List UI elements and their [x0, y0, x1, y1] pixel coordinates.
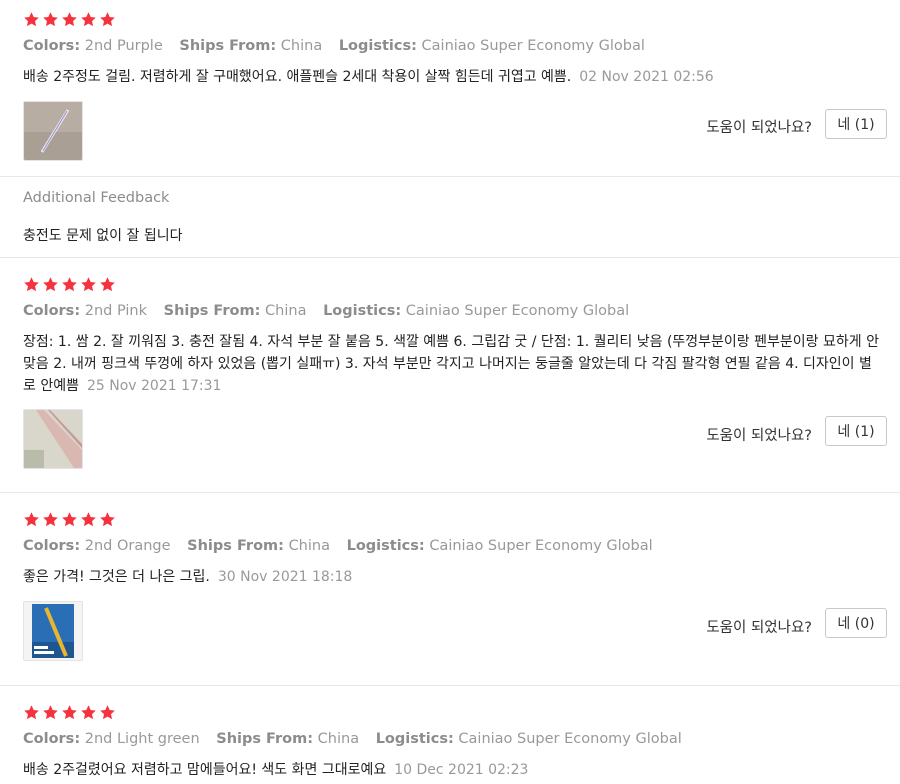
logistics-label: Logistics:: [346, 538, 425, 554]
ships-from-value: China: [288, 538, 330, 554]
helpful-yes-button[interactable]: 네 (1): [825, 416, 887, 446]
ships-from-value: China: [317, 731, 360, 747]
color-value: 2nd Purple: [84, 38, 163, 54]
star-icon: [23, 704, 40, 721]
star-icon: [42, 11, 59, 28]
review-text: 좋은 가격! 그것은 더 나은 그립. 30 Nov 2021 18:18: [23, 566, 883, 588]
review-date: 02 Nov 2021 02:56: [579, 69, 714, 85]
star-icon: [80, 511, 97, 528]
helpful-question: 도움이 되었나요?: [706, 428, 812, 444]
rating-stars: [23, 704, 118, 724]
divider: [0, 176, 900, 177]
color-value: 2nd Light green: [84, 731, 200, 747]
logistics-value: Cainiao Super Economy Global: [458, 731, 682, 747]
ships-from-label: Ships From:: [179, 38, 277, 54]
ships-from-label: Ships From:: [187, 538, 284, 554]
star-icon: [42, 511, 59, 528]
review-photo[interactable]: [23, 601, 83, 661]
review-body: 배송 2주정도 걸림. 저렴하게 잘 구매했어요. 애플펜슬 2세대 착용이 살…: [23, 69, 572, 85]
review-date: 10 Dec 2021 02:23: [394, 762, 529, 778]
star-icon: [80, 704, 97, 721]
rating-stars: [23, 11, 118, 31]
review-text: 장점: 1. 쌈 2. 잘 끼워짐 3. 충전 잘됨 4. 자석 부분 잘 붙음…: [23, 331, 883, 397]
colors-label: Colors:: [23, 538, 81, 554]
star-icon: [23, 11, 40, 28]
logistics-value: Cainiao Super Economy Global: [421, 38, 645, 54]
review-body: 좋은 가격! 그것은 더 나은 그립.: [23, 569, 210, 585]
review-date: 25 Nov 2021 17:31: [86, 378, 222, 394]
logistics-label: Logistics:: [338, 38, 417, 54]
star-icon: [61, 11, 78, 28]
review-text: 배송 2주정도 걸림. 저렴하게 잘 구매했어요. 애플펜슬 2세대 착용이 살…: [23, 66, 883, 88]
review-meta: Colors: 2nd Orange Ships From: China Log…: [23, 538, 665, 554]
logistics-value: Cainiao Super Economy Global: [429, 538, 653, 554]
star-icon: [23, 511, 40, 528]
review-body: 배송 2주걸렸어요 저렴하고 맘에들어요! 색도 화면 그대로예요: [23, 762, 387, 778]
star-icon: [42, 704, 59, 721]
ships-from-value: China: [280, 38, 323, 54]
ships-from-label: Ships From:: [163, 303, 261, 319]
review-item: Colors: 2nd Light green Ships From: Chin…: [0, 686, 900, 784]
star-icon: [99, 276, 116, 293]
color-value: 2nd Orange: [84, 538, 171, 554]
logistics-label: Logistics:: [323, 303, 402, 319]
review-photo[interactable]: [23, 101, 83, 161]
helpful-yes-button[interactable]: 네 (1): [825, 109, 887, 139]
helpful-yes-button[interactable]: 네 (0): [825, 608, 887, 638]
ships-from-value: China: [265, 303, 307, 319]
review-date: 30 Nov 2021 18:18: [217, 569, 353, 585]
star-icon: [99, 11, 116, 28]
review-item: Colors: 2nd Pink Ships From: China Logis…: [0, 258, 900, 493]
colors-label: Colors:: [23, 303, 81, 319]
star-icon: [80, 276, 97, 293]
helpful-question: 도움이 되었나요?: [706, 120, 812, 136]
ships-from-label: Ships From:: [216, 731, 314, 747]
star-icon: [23, 276, 40, 293]
colors-label: Colors:: [23, 731, 81, 747]
review-text: 배송 2주걸렸어요 저렴하고 맘에들어요! 색도 화면 그대로예요 10 Dec …: [23, 759, 883, 781]
logistics-value: Cainiao Super Economy Global: [405, 303, 630, 319]
additional-feedback-text: 충전도 문제 없이 잘 됩니다: [23, 228, 183, 244]
color-value: 2nd Pink: [84, 303, 148, 319]
logistics-label: Logistics:: [375, 731, 454, 747]
star-icon: [80, 11, 97, 28]
star-icon: [61, 276, 78, 293]
star-icon: [99, 511, 116, 528]
review-item: Colors: 2nd Orange Ships From: China Log…: [0, 493, 900, 685]
helpful-question: 도움이 되었나요?: [706, 620, 812, 636]
colors-label: Colors:: [23, 38, 81, 54]
review-item: Colors: 2nd Purple Ships From: China Log…: [0, 0, 900, 260]
rating-stars: [23, 276, 118, 296]
review-meta: Colors: 2nd Purple Ships From: China Log…: [23, 38, 657, 54]
review-meta: Colors: 2nd Light green Ships From: Chin…: [23, 731, 694, 747]
star-icon: [42, 276, 59, 293]
star-icon: [61, 704, 78, 721]
additional-feedback-title: Additional Feedback: [23, 190, 170, 206]
review-photo[interactable]: [23, 409, 83, 469]
rating-stars: [23, 511, 118, 531]
review-meta: Colors: 2nd Pink Ships From: China Logis…: [23, 303, 641, 319]
star-icon: [99, 704, 116, 721]
star-icon: [61, 511, 78, 528]
